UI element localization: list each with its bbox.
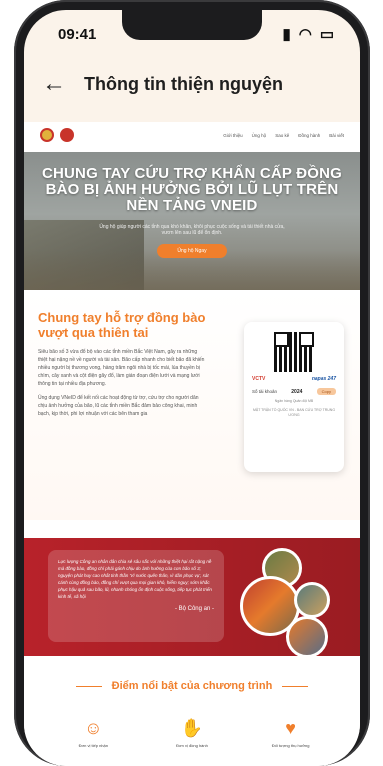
site-nav: Giới thiệu Ủng hộ Sao kê Đồng hành Bài v… [24,122,360,148]
qr-logos: VCTV napas 247 [252,376,336,382]
bank-name: Ngân hàng Quân đội MB [274,399,314,403]
qr-card: VCTV napas 247 Số tài khoản 2024 Copy Ng… [244,322,344,472]
photo-circle [294,582,330,618]
account-value: 2024 [291,388,303,395]
highlight-label: Đối tượng thụ hưởng [271,743,310,748]
web-content[interactable]: Giới thiệu Ủng hộ Sao kê Đồng hành Bài v… [24,122,360,766]
copy-button[interactable]: Copy [316,388,336,395]
nav-link-donate[interactable]: Ủng hộ [252,133,267,138]
account-label: Số tài khoản [252,389,278,394]
screen: 09:41 ▮ ◠ ▭ ← Thông tin thiện nguyện Giớ… [24,10,360,766]
qr-code [274,332,314,372]
highlights-section: Điểm nổi bật của chương trình ☺ Đơn vị t… [24,656,360,748]
status-time: 09:41 [58,25,97,43]
highlight-item[interactable]: ☺ Đơn vị tiếp nhận [58,718,128,748]
site-logos [40,128,74,142]
heart-hand-icon: ♥ [285,718,296,738]
camera-notch [122,10,262,40]
highlight-item[interactable]: ✋ Đơn vị đồng hành [157,718,227,748]
app-header: ← Thông tin thiện nguyện [24,62,360,106]
people-icon: ☺ [84,718,103,738]
highlight-item[interactable]: ♥ Đối tượng thụ hưởng [256,718,326,748]
signal-icon: ▮ [282,26,291,43]
nav-link-statement[interactable]: Sao kê [275,133,289,138]
account-note: MẶT TRẬN TỔ QUỐC VN - BAN CỨU TRỢ TRUNG … [252,408,336,417]
wifi-icon: ◠ [298,26,312,43]
vctv-logo: VCTV [252,376,266,382]
highlight-items: ☺ Đơn vị tiếp nhận ✋ Đơn vị đồng hành ♥ … [24,718,360,748]
hands-icon: ✋ [180,718,204,738]
divider [282,685,309,687]
quote-text: Lực lượng Công an nhân dân chia sẻ sâu s… [58,559,212,599]
intro-section: Chung tay hỗ trợ đồng bào vượt qua thiên… [24,290,360,520]
highlight-label: Đơn vị đồng hành [176,743,208,748]
nav-links: Giới thiệu Ủng hộ Sao kê Đồng hành Bài v… [223,133,344,138]
intro-text-column: Chung tay hỗ trợ đồng bào vượt qua thiên… [38,310,206,418]
phone-frame: 09:41 ▮ ◠ ▭ ← Thông tin thiện nguyện Giớ… [14,0,370,766]
hero-title: CHUNG TAY CỨU TRỢ KHẨN CẤP ĐỒNG BÀO BỊ Ả… [41,165,343,214]
battery-icon: ▭ [319,26,334,43]
account-row: Số tài khoản 2024 Copy [252,388,336,395]
nav-link-partners[interactable]: Đồng hành [298,133,320,138]
section-paragraph-2: Ủng dụng VNeID để kết nối các hoạt động … [38,395,199,417]
highlights-title-row: Điểm nổi bật của chương trình [24,680,360,692]
quote-banner: Lực lượng Công an nhân dân chia sẻ sâu s… [24,538,360,658]
quote-box: Lực lượng Công an nhân dân chia sẻ sâu s… [48,550,224,642]
status-icons: ▮ ◠ ▭ [282,25,334,43]
donate-now-button[interactable]: Ủng hộ Ngay [157,244,227,258]
arrow-left-icon[interactable]: ← [42,72,72,96]
photo-circle [286,616,328,658]
quote-author: - Bộ Công an - [174,606,214,612]
highlights-title: Điểm nổi bật của chương trình [111,680,273,692]
hero-banner: CHUNG TAY CỨU TRỢ KHẨN CẤP ĐỒNG BÀO BỊ Ả… [24,152,360,290]
section-paragraph-1: Siêu bão số 3 vừa đổ bộ vào các tỉnh miề… [38,349,205,387]
napas-logo: napas 247 [311,376,336,382]
divider [75,685,102,687]
nav-link-intro[interactable]: Giới thiệu [223,133,242,138]
page-title: Thông tin thiện nguyện [84,73,283,94]
national-emblem-icon [60,128,74,142]
section-body: Siêu bão số 3 vừa đổ bộ vào các tỉnh miề… [38,348,206,418]
nav-link-articles[interactable]: Bài viết [329,133,344,138]
hero-subtitle: Ủng hộ giúp người các tỉnh qua khó khăn,… [99,224,285,236]
highlight-label: Đơn vị tiếp nhận [78,743,108,748]
police-emblem-icon [40,128,54,142]
section-title: Chung tay hỗ trợ đồng bào vượt qua thiên… [38,310,206,340]
